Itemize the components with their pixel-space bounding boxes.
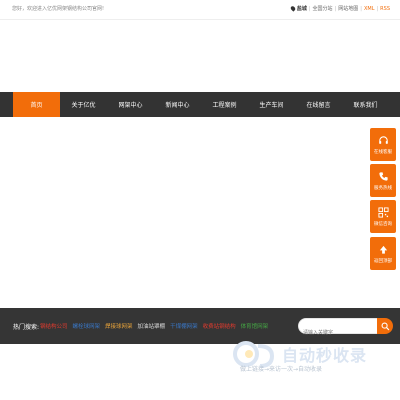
qr-code-icon	[377, 206, 389, 218]
xml-link[interactable]: XML	[364, 6, 375, 12]
back-to-top-icon	[378, 244, 389, 255]
hot-search-link[interactable]: 钢结构公司	[40, 322, 68, 330]
sidebar-hotline[interactable]: 服务热线	[370, 164, 396, 197]
hot-search-label: 热门搜索:	[13, 324, 40, 331]
hot-search-link[interactable]: 收费站钢结构	[203, 322, 236, 330]
sidebar-item-label: 微信咨询	[374, 221, 392, 227]
search-button[interactable]	[377, 318, 393, 334]
sidebar-back-to-top[interactable]: 返回顶部	[370, 237, 396, 270]
hot-search-link[interactable]: 加油站罩棚	[138, 322, 166, 330]
branch-link[interactable]: 全国分站	[313, 5, 333, 12]
nav-item-home[interactable]: 首页	[13, 92, 60, 117]
main-nav: 首页 关于亿优 网架中心 新闻中心 工程案例 生产车间 在线留言 联系我们	[0, 92, 400, 117]
current-city-link[interactable]: 盐城	[297, 5, 307, 12]
hot-search-link[interactable]: 体育馆网架	[241, 322, 269, 330]
nav-item-cases[interactable]: 工程案例	[201, 92, 248, 117]
rss-link[interactable]: RSS	[380, 6, 390, 12]
welcome-text: 您好，欢迎进入亿优网架钢结构公司官网!	[12, 6, 105, 12]
separator: |	[334, 5, 337, 12]
sidebar-item-label: 返回顶部	[374, 258, 392, 264]
nav-item-products[interactable]: 网架中心	[107, 92, 154, 117]
top-links: 盐城 | 全国分站 | 网站地图 | XML | RSS	[289, 5, 390, 12]
separator: |	[360, 5, 362, 12]
separator: |	[376, 5, 379, 12]
sidebar-wechat[interactable]: 微信咨询	[370, 200, 396, 233]
watermark-subtitle: 做上链接→来访一次→自动收录	[240, 366, 323, 373]
location-pin-icon	[289, 5, 297, 12]
search-input[interactable]	[299, 326, 375, 340]
watermark-title: 自动秒收录	[282, 346, 368, 365]
search-icon	[381, 322, 389, 330]
hot-search-link[interactable]: 螺栓球网架	[73, 322, 101, 330]
nav-item-news[interactable]: 新闻中心	[154, 92, 201, 117]
top-bar: 您好，欢迎进入亿优网架钢结构公司官网! 盐城 | 全国分站 | 网站地图 | X…	[0, 0, 400, 20]
watermark: 自动秒收录 做上链接→来访一次→自动收录	[232, 340, 392, 380]
sitemap-link[interactable]: 网站地图	[338, 5, 358, 12]
search-box	[298, 318, 378, 340]
nav-item-about[interactable]: 关于亿优	[60, 92, 107, 117]
sidebar-item-label: 服务热线	[374, 185, 392, 191]
hot-search-link[interactable]: 干煤棚网架	[170, 322, 198, 330]
phone-icon	[378, 171, 389, 182]
hot-search-link[interactable]: 焊接球网架	[105, 322, 133, 330]
nav-item-message[interactable]: 在线留言	[295, 92, 342, 117]
sidebar-item-label: 在线客服	[374, 149, 392, 155]
headset-icon	[378, 135, 389, 146]
nav-item-workshop[interactable]: 生产车间	[248, 92, 295, 117]
separator: |	[308, 5, 311, 12]
nav-item-contact[interactable]: 联系我们	[342, 92, 389, 117]
sidebar-online-service[interactable]: 在线客服	[370, 128, 396, 161]
hot-search-list: 钢结构公司 螺栓球网架 焊接球网架 加油站罩棚 干煤棚网架 收费站钢结构 体育馆网架	[40, 322, 268, 330]
